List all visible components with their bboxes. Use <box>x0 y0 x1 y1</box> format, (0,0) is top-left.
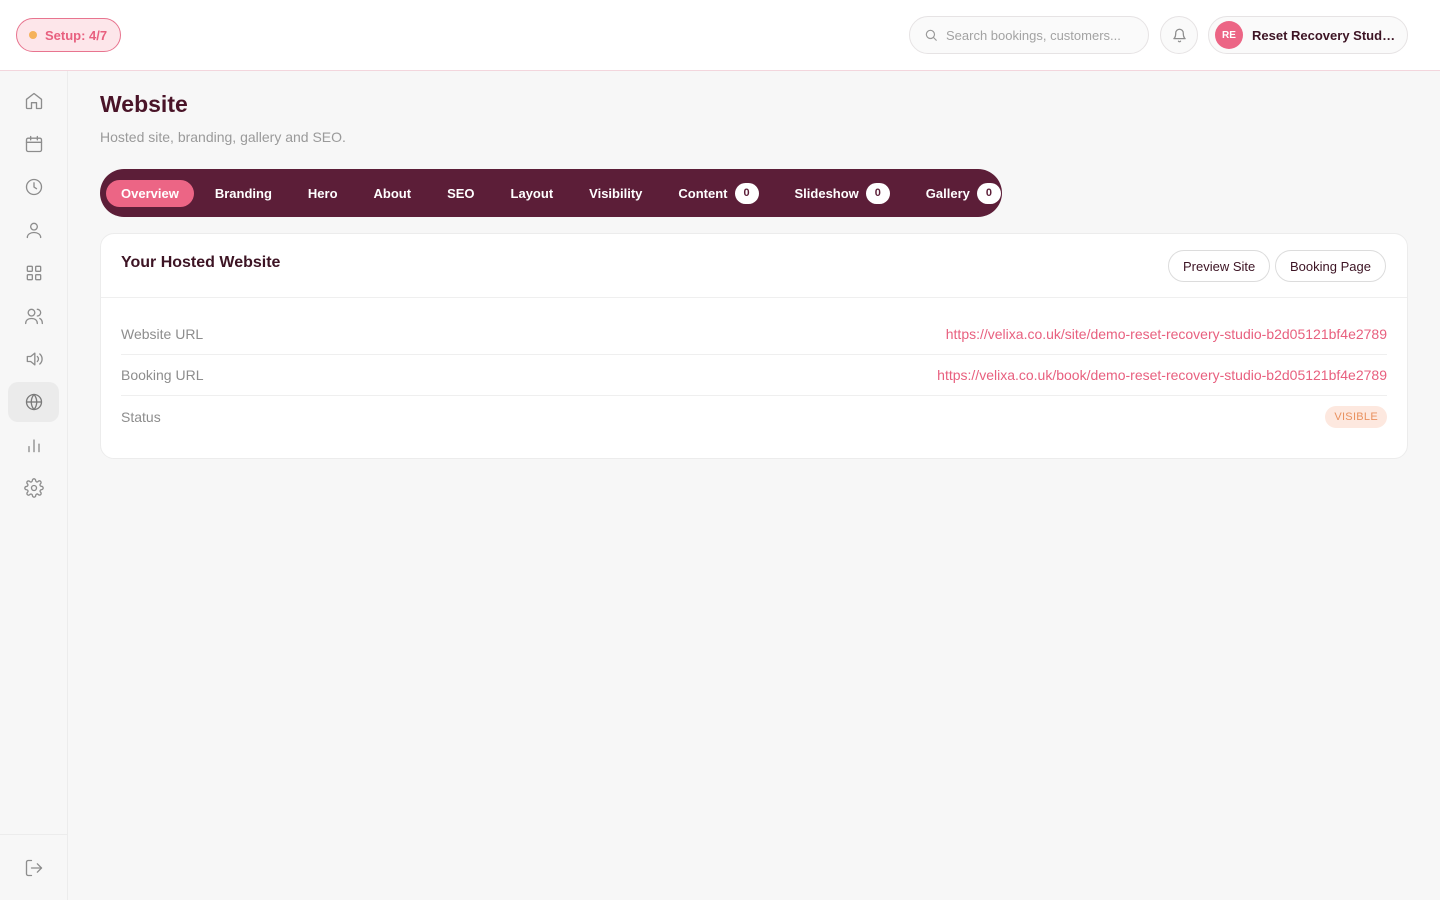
tab-count-badge: 0 <box>734 182 759 204</box>
tab-label: Visibility <box>589 185 643 201</box>
sidebar-item-home[interactable] <box>8 81 59 121</box>
status-label: Status <box>121 408 161 425</box>
page-title: Website <box>100 91 188 117</box>
booking-url-link[interactable]: https://velixa.co.uk/book/demo-reset-rec… <box>937 367 1387 383</box>
notifications-button[interactable] <box>1160 16 1198 54</box>
top-bar: Setup: 4/7 RE Reset Recovery Studio... <box>0 0 1440 71</box>
account-name: Reset Recovery Studio... <box>1252 27 1397 43</box>
page-subtitle: Hosted site, branding, gallery and SEO. <box>100 129 346 145</box>
sidebar-item-customers[interactable] <box>8 210 59 250</box>
users-icon <box>24 306 44 326</box>
sidebar-item-services[interactable] <box>8 253 59 293</box>
sidebar-item-reports[interactable] <box>8 425 59 465</box>
booking-page-button[interactable]: Booking Page <box>1275 250 1386 282</box>
card-title: Your Hosted Website <box>121 254 281 271</box>
sidebar-item-team[interactable] <box>8 296 59 336</box>
logout-icon <box>24 858 44 878</box>
sidebar-item-calendar[interactable] <box>8 124 59 164</box>
website-url-label: Website URL <box>121 326 204 342</box>
tab-label: About <box>373 185 412 201</box>
hosted-website-card: Your Hosted Website Preview Site Booking… <box>100 233 1408 459</box>
booking-url-label: Booking URL <box>121 367 204 383</box>
sidebar-item-marketing[interactable] <box>8 339 59 379</box>
bar-chart-icon <box>24 435 44 455</box>
sidebar-item-history[interactable] <box>8 167 59 207</box>
bell-icon <box>1172 28 1187 43</box>
tab-slideshow[interactable]: Slideshow 0 <box>780 180 905 207</box>
tab-about[interactable]: About <box>359 180 427 207</box>
clock-icon <box>24 177 44 197</box>
website-tabs: Overview Branding Hero About SEO Layout … <box>100 169 1002 217</box>
tab-layout[interactable]: Layout <box>496 180 569 207</box>
tab-gallery[interactable]: Gallery 0 <box>911 180 1016 207</box>
tab-label: Overview <box>121 185 179 201</box>
tab-label: Slideshow <box>794 185 859 201</box>
logout-button[interactable] <box>0 834 68 900</box>
tab-overview[interactable]: Overview <box>106 179 194 207</box>
tab-count-badge: 0 <box>976 182 1001 204</box>
tab-label: SEO <box>447 185 475 201</box>
sidebar-item-website[interactable] <box>8 382 59 422</box>
status-row: Status VISIBLE <box>121 396 1387 437</box>
tab-label: Hero <box>307 185 338 201</box>
grid-icon <box>24 263 44 283</box>
setup-progress-button[interactable]: Setup: 4/7 <box>16 18 121 52</box>
sidebar-item-settings[interactable] <box>8 468 59 508</box>
tab-label: Layout <box>510 185 554 201</box>
setup-status-dot <box>29 31 37 39</box>
user-icon <box>24 220 44 240</box>
setup-progress-label: Setup: 4/7 <box>45 27 108 43</box>
tab-label: Branding <box>214 185 272 201</box>
tab-visibility[interactable]: Visibility <box>574 180 657 207</box>
tab-count-badge: 0 <box>865 182 890 204</box>
tab-content[interactable]: Content 0 <box>663 180 773 207</box>
search-icon <box>924 28 938 42</box>
tab-seo[interactable]: SEO <box>432 180 489 207</box>
booking-url-row: Booking URL https://velixa.co.uk/book/de… <box>121 355 1387 396</box>
tab-label: Content <box>678 185 728 201</box>
home-icon <box>24 91 44 111</box>
account-menu-button[interactable]: RE Reset Recovery Studio... <box>1208 16 1408 54</box>
avatar: RE <box>1215 21 1243 49</box>
globe-icon <box>24 392 44 412</box>
calendar-icon <box>24 134 44 154</box>
status-badge: VISIBLE <box>1325 405 1387 428</box>
tab-branding[interactable]: Branding <box>200 180 287 207</box>
tab-hero[interactable]: Hero <box>293 180 353 207</box>
tab-label: Gallery <box>925 185 970 201</box>
search-box[interactable] <box>909 16 1149 54</box>
preview-site-button[interactable]: Preview Site <box>1168 250 1271 282</box>
settings-icon <box>23 478 44 498</box>
website-url-link[interactable]: https://velixa.co.uk/site/demo-reset-rec… <box>946 326 1387 342</box>
website-url-row: Website URL https://velixa.co.uk/site/de… <box>121 314 1387 355</box>
card-header: Your Hosted Website Preview Site Booking… <box>101 234 1407 298</box>
sidebar <box>0 71 68 900</box>
megaphone-icon <box>24 349 44 369</box>
search-input[interactable] <box>946 27 1136 43</box>
